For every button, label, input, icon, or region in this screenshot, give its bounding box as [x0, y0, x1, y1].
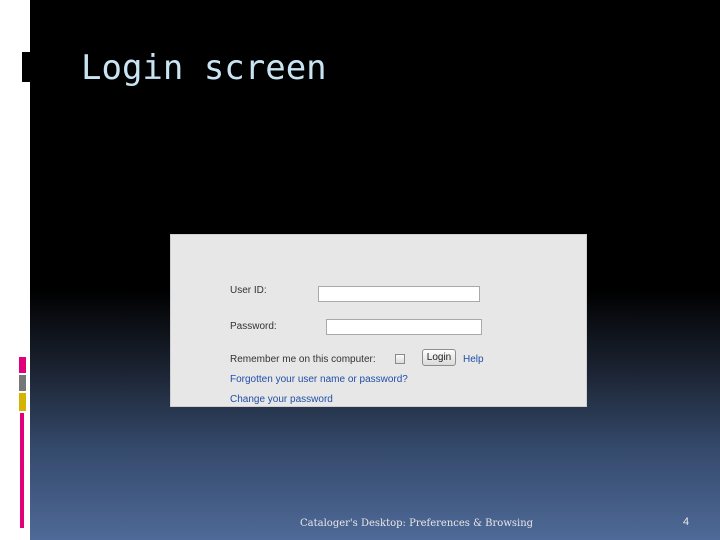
user-id-field[interactable] — [318, 286, 480, 302]
help-link[interactable]: Help — [463, 354, 484, 365]
password-label: Password: — [230, 321, 277, 332]
slide-footer: Cataloger's Desktop: Preferences & Brows… — [300, 518, 534, 529]
accent-bar-gray — [19, 375, 26, 391]
accent-bar-yellow — [19, 393, 26, 411]
remember-me-label: Remember me on this computer: — [230, 354, 376, 365]
accent-bar-magenta-long — [20, 413, 24, 528]
accent-bar-magenta — [19, 357, 26, 373]
forgot-credentials-link[interactable]: Forgotten your user name or password? — [230, 374, 408, 385]
page-number: 4 — [683, 516, 690, 528]
change-password-link[interactable]: Change your password — [230, 394, 333, 405]
user-id-label: User ID: — [230, 285, 267, 296]
login-button[interactable]: Login — [422, 349, 456, 366]
title-bullet-marker — [17, 52, 31, 82]
login-screenshot-panel: User ID: Password: Remember me on this c… — [170, 234, 587, 407]
password-field[interactable] — [326, 319, 482, 335]
remember-me-checkbox[interactable] — [395, 354, 405, 364]
title-bullet-marker-stripe — [17, 52, 22, 82]
slide-title: Login screen — [81, 48, 327, 88]
